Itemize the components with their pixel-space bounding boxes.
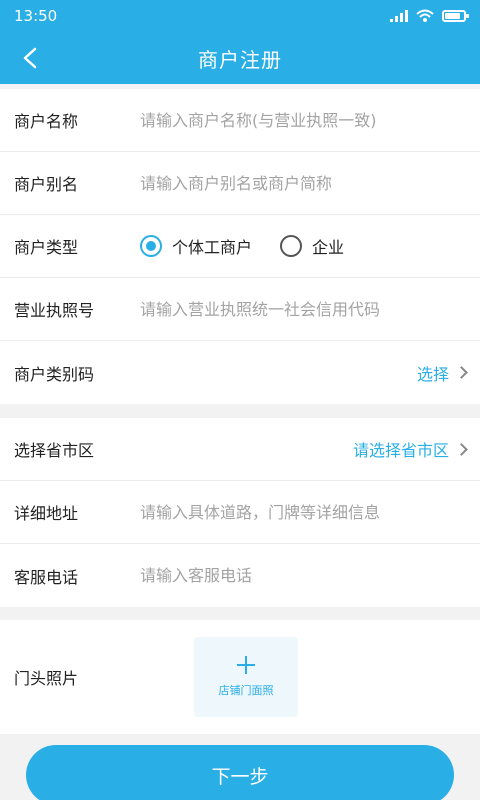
back-arrow-icon xyxy=(23,47,37,69)
region-label: 选择省市区 xyxy=(14,441,95,460)
radio-individual[interactable]: 个体工商户 xyxy=(140,234,252,258)
license-no-input[interactable] xyxy=(140,299,466,319)
address-row: 详细地址 xyxy=(0,481,480,544)
radio-checked-icon xyxy=(140,235,162,257)
service-phone-row: 客服电话 xyxy=(0,544,480,607)
category-code-label: 商户类别码 xyxy=(14,364,95,384)
plus-icon xyxy=(237,656,255,674)
merchant-alias-input[interactable] xyxy=(140,173,466,193)
battery-icon xyxy=(442,10,469,22)
region-row: 选择省市区 请选择省市区 xyxy=(0,418,480,481)
service-phone-label: 客服电话 xyxy=(14,567,79,587)
status-time: 13:50 xyxy=(14,7,58,25)
wifi-icon xyxy=(416,9,434,22)
address-label: 详细地址 xyxy=(14,504,79,523)
status-icons xyxy=(390,9,469,23)
upload-hint: 店铺门面照 xyxy=(218,684,274,697)
service-phone-input[interactable] xyxy=(140,566,466,585)
category-code-select[interactable]: 选择 xyxy=(416,361,468,385)
radio-unchecked-icon xyxy=(280,235,303,257)
radio-enterprise[interactable]: 企业 xyxy=(280,234,344,258)
page-title: 商户注册 xyxy=(198,47,282,72)
merchant-name-input[interactable] xyxy=(140,110,466,130)
merchant-alias-label: 商户别名 xyxy=(14,175,79,194)
nav-bar: 商户注册 xyxy=(0,32,480,84)
radio-individual-label: 个体工商户 xyxy=(172,238,253,257)
merchant-type-row: 商户类型 个体工商户 企业 xyxy=(0,215,480,278)
back-button[interactable] xyxy=(12,40,48,76)
address-section: 选择省市区 请选择省市区 详细地址 客服电话 xyxy=(0,418,480,607)
status-bar: 13:50 xyxy=(0,0,480,32)
category-code-row: 商户类别码 选择 xyxy=(0,341,480,404)
merchant-name-row: 商户名称 xyxy=(0,89,480,152)
merchant-alias-row: 商户别名 xyxy=(0,152,480,215)
license-no-label: 营业执照号 xyxy=(14,301,95,320)
merchant-name-label: 商户名称 xyxy=(14,112,79,131)
store-photo-row: 门头照片 店铺门面照 xyxy=(0,620,480,734)
chevron-right-icon xyxy=(455,366,468,379)
next-step-button[interactable]: 下一步 xyxy=(26,745,454,800)
merchant-type-radio-group: 个体工商户 企业 xyxy=(140,234,344,258)
signal-icon xyxy=(390,10,408,22)
address-input[interactable] xyxy=(140,502,466,522)
region-select[interactable]: 请选择省市区 xyxy=(352,437,468,461)
merchant-info-section: 商户名称 商户别名 商户类型 个体工商户 企业 营业执照号 商户类别码 选择 xyxy=(0,89,480,404)
region-select-text: 请选择省市区 xyxy=(352,441,449,460)
store-photo-label: 门头照片 xyxy=(14,669,79,688)
photo-section: 门头照片 店铺门面照 xyxy=(0,620,480,734)
store-photo-upload[interactable]: 店铺门面照 xyxy=(194,637,298,717)
category-code-select-text: 选择 xyxy=(416,364,449,384)
chevron-right-icon xyxy=(455,442,468,456)
license-no-row: 营业执照号 xyxy=(0,278,480,341)
radio-enterprise-label: 企业 xyxy=(312,238,345,257)
merchant-type-label: 商户类型 xyxy=(14,238,79,257)
